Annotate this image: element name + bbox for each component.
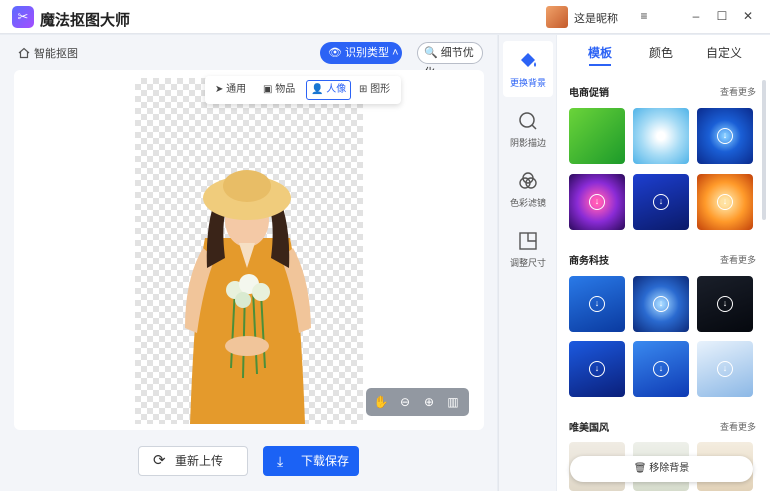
identify-type-button[interactable]: 👁 识别类型 ˄ (320, 42, 402, 64)
download-icon: ↓ (589, 194, 605, 210)
download-icon: ↓ (717, 194, 733, 210)
fit-screen-icon[interactable]: ▥ (445, 394, 461, 410)
box-icon: ▣ (263, 84, 273, 95)
template-thumb[interactable]: ↓ (633, 174, 689, 230)
magnifier-icon: 🔍 (424, 47, 438, 59)
maximize-icon[interactable]: ☐ (714, 8, 730, 24)
reupload-label: 重新上传 (175, 454, 224, 468)
reupload-button[interactable]: ⟳ 重新上传 (138, 446, 248, 476)
template-thumb[interactable]: ↓ (697, 108, 753, 164)
smart-cut-label: 智能抠图 (34, 48, 78, 60)
minimize-icon[interactable]: – (688, 8, 704, 24)
shadow-outline-icon (519, 112, 537, 130)
app-logo-icon: ✂ (12, 6, 34, 28)
view-more-link[interactable]: 查看更多 (720, 253, 756, 266)
tool-label: 调整尺寸 (509, 258, 546, 268)
zoom-toolbar: ✋ ⊖ ⊕ ▥ (366, 388, 469, 416)
shapes-icon: ⊞ (359, 84, 368, 95)
trash-icon: 🗑 (633, 463, 647, 474)
color-filter-icon (519, 172, 537, 189)
view-more-link[interactable]: 查看更多 (720, 420, 756, 433)
scrollbar[interactable] (762, 80, 766, 220)
paint-bucket-icon (521, 53, 536, 67)
download-icon: ↓ (653, 194, 669, 210)
type-option-graphic[interactable]: ⊞ 图形 (355, 80, 394, 100)
menu-icon[interactable]: ≡ (636, 8, 652, 24)
avatar[interactable] (546, 6, 568, 28)
download-icon: ↓ (653, 361, 669, 377)
type-option-label: 通用 (226, 84, 247, 95)
template-thumb[interactable]: ↓ (633, 341, 689, 397)
download-icon: ↓ (653, 296, 669, 312)
template-thumb[interactable] (569, 108, 625, 164)
tool-label: 色彩滤镜 (509, 198, 546, 208)
download-icon: ↓ (717, 296, 733, 312)
section-title: 电商促销 (569, 88, 609, 99)
tool-shadow-outline[interactable]: 阴影描边 (503, 101, 553, 157)
type-option-label: 物品 (275, 84, 296, 95)
download-icon: ↓ (589, 296, 605, 312)
user-nickname[interactable]: 这是昵称 (574, 10, 618, 26)
type-option-label: 图形 (370, 84, 391, 95)
template-thumb[interactable]: ↓ (697, 341, 753, 397)
template-thumb[interactable]: ↓ (569, 276, 625, 332)
title-bar: ✂ 魔法抠图大师 这是昵称 ≡ – ☐ ✕ (0, 0, 770, 34)
detail-optimize-button[interactable]: 🔍 细节优化 (417, 42, 483, 79)
tab-template[interactable]: 模板 (588, 44, 612, 61)
zoom-in-icon[interactable]: ⊕ (421, 394, 437, 410)
template-thumb[interactable]: ↓ (697, 174, 753, 230)
navigation-icon: ➤ (215, 84, 224, 95)
chevron-up-icon: ˄ (392, 47, 399, 59)
template-thumb[interactable]: ↓ (633, 276, 689, 332)
download-icon: ⤓ (277, 453, 284, 469)
type-option-portrait[interactable]: 👤 人像 (306, 80, 352, 100)
person-icon: 👤 (311, 84, 324, 95)
eye-icon: 👁 (328, 47, 342, 59)
tool-resize[interactable]: 调整尺寸 (503, 221, 553, 277)
view-more-link[interactable]: 查看更多 (720, 85, 756, 98)
template-thumb[interactable]: ↓ (697, 276, 753, 332)
download-save-label: 下载保存 (301, 454, 350, 468)
zoom-out-icon[interactable]: ⊖ (397, 394, 413, 410)
type-option-object[interactable]: ▣ 物品 (259, 80, 299, 100)
identify-type-label: 识别类型 (345, 47, 390, 59)
remove-background-label: 移除背景 (649, 463, 690, 474)
template-thumb[interactable]: ↓ (569, 341, 625, 397)
close-icon[interactable]: ✕ (740, 8, 756, 24)
tab-custom[interactable]: 自定义 (706, 44, 742, 61)
type-option-label: 人像 (326, 84, 347, 95)
type-menu: ➤ 通用 ▣ 物品 👤 人像 ⊞ 图形 (205, 76, 401, 104)
download-icon: ↓ (589, 361, 605, 377)
remove-background-button[interactable]: 🗑 移除背景 (570, 456, 753, 482)
app-title: 魔法抠图大师 (40, 12, 131, 29)
tab-color[interactable]: 颜色 (649, 44, 673, 61)
type-option-general[interactable]: ➤ 通用 (211, 80, 250, 100)
home-icon (18, 47, 30, 59)
template-thumb[interactable]: ↓ (569, 174, 625, 230)
tool-change-background[interactable]: 更换背景 (503, 41, 553, 97)
resize-icon (519, 232, 537, 250)
tool-label: 阴影描边 (509, 138, 546, 148)
tool-color-filter[interactable]: 色彩滤镜 (503, 161, 553, 217)
download-icon: ↓ (717, 128, 733, 144)
tool-rail: 更换背景 阴影描边 色彩滤镜 调整尺寸 (498, 35, 556, 491)
section-title: 唯美国风 (569, 423, 609, 434)
download-save-button[interactable]: ⤓ 下载保存 (263, 446, 359, 476)
template-thumb[interactable] (633, 108, 689, 164)
section-title: 商务科技 (569, 256, 609, 267)
hand-icon[interactable]: ✋ (373, 394, 389, 410)
refresh-icon: ⟳ (153, 452, 166, 469)
tool-label: 更换背景 (509, 78, 546, 88)
smart-cut-breadcrumb[interactable]: 智能抠图 (18, 45, 78, 61)
active-tab-indicator (589, 64, 611, 66)
download-icon: ↓ (717, 361, 733, 377)
transparent-background (135, 78, 363, 424)
portrait-cutout (185, 170, 311, 424)
